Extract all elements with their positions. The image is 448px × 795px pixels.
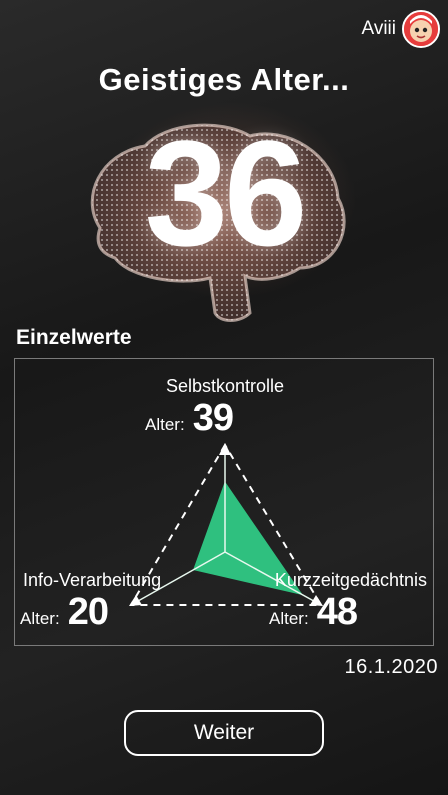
age-prefix: Alter: [145,415,185,434]
section-title: Einzelwerte [16,326,132,349]
brain-age-value: 36 [144,109,308,277]
category-label-kurzzeitgedaechtnis: Kurzzeitgedächtnis [274,570,427,590]
user-profile[interactable]: Aviii [361,10,440,48]
category-label-info-verarbeitung: Info-Verarbeitung [23,570,162,590]
result-date: 16.1.2020 [344,656,438,678]
user-name: Aviii [361,18,397,39]
category-age-selbstkontrolle: Alter: 39 [145,397,234,440]
age-prefix: Alter: [20,609,60,628]
avatar[interactable] [402,10,440,48]
category-label-selbstkontrolle: Selbstkontrolle [165,376,285,396]
continue-button[interactable]: Weiter [124,710,324,756]
breakdown-panel: Selbstkontrolle Alter: 39 Info-Verarbeit… [14,358,434,646]
page-title: Geistiges Alter... [98,62,350,97]
age-value: 48 [316,591,358,633]
age-value: 20 [67,591,109,633]
category-age-info-verarbeitung: Alter: 20 [20,591,109,634]
category-age-kurzzeitgedaechtnis: Alter: 48 [269,591,358,634]
radar-arrow-top [219,443,231,455]
age-value: 39 [192,397,234,439]
character-face-icon [404,12,438,46]
age-prefix: Alter: [269,609,309,628]
